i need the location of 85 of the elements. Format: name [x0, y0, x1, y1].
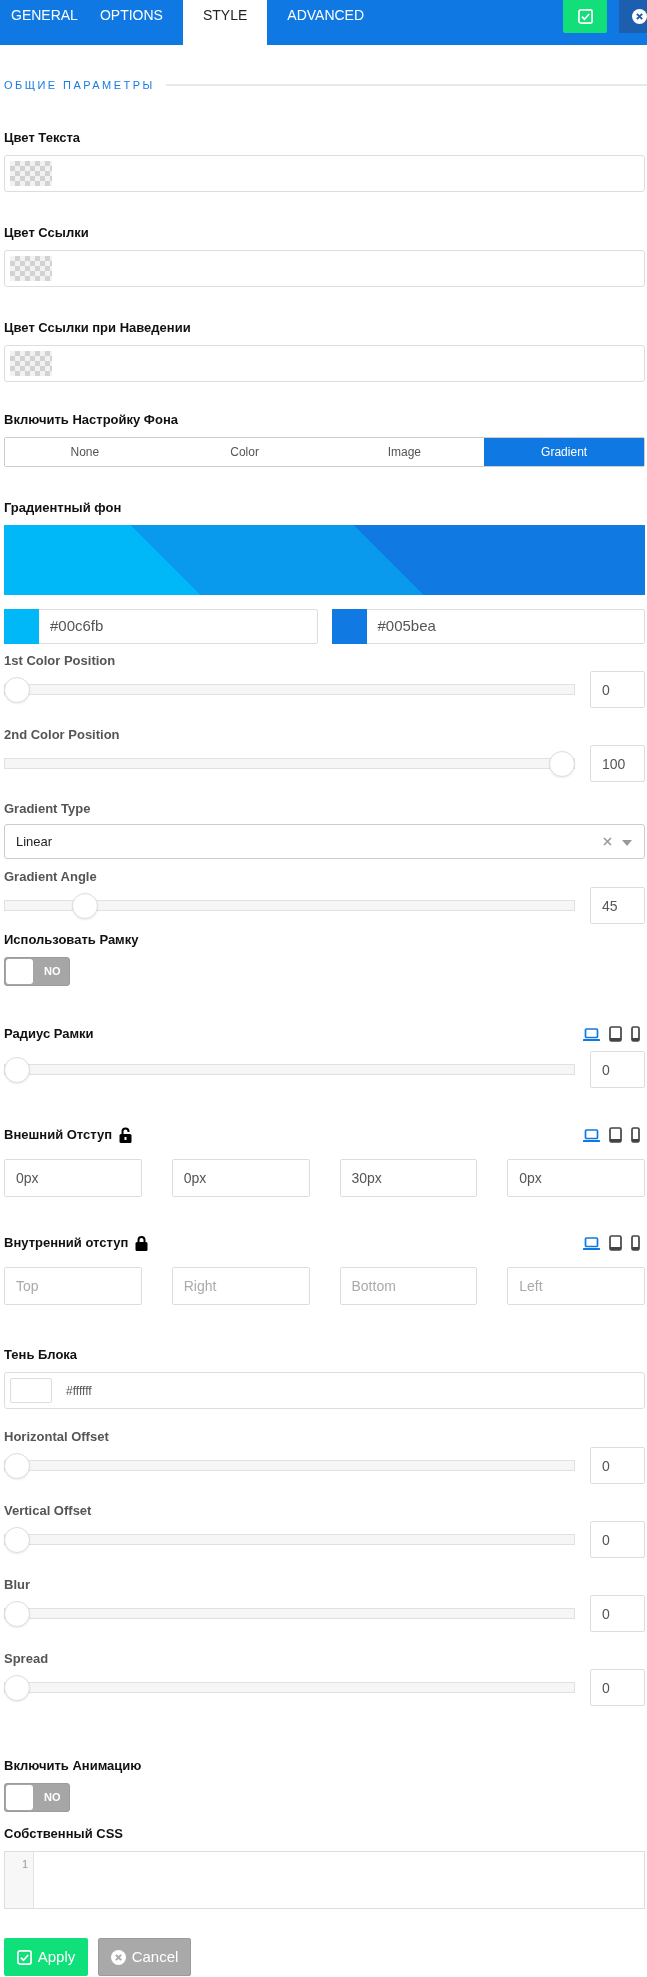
field-label: Vertical Offset [4, 1502, 93, 1520]
checkbox-tick-icon [16, 1949, 32, 1965]
color-swatch-icon[interactable] [10, 1378, 52, 1403]
field-label: Включить Настройку Фона [4, 411, 178, 429]
laptop-icon[interactable] [583, 1027, 600, 1041]
field-label: Horizontal Offset [4, 1428, 110, 1446]
field-label: Цвет Текста [4, 129, 81, 147]
color-field[interactable]: #005bea [331, 609, 645, 644]
field-label: Радиус Рамки [4, 1025, 94, 1043]
field-label: 1st Color Position [4, 652, 117, 670]
line-number: 1 [21, 1857, 28, 1871]
tablet-icon[interactable] [609, 1235, 622, 1251]
toggle-knob [6, 959, 33, 984]
value-field[interactable]: 0 [590, 1595, 645, 1632]
confirm-button[interactable] [563, 0, 607, 33]
color-field[interactable]: #00c6fb [4, 609, 318, 644]
slider-thumb[interactable] [4, 1674, 30, 1701]
tab[interactable]: STYLE [182, 0, 268, 45]
tablet-icon[interactable] [609, 1026, 622, 1042]
input-field[interactable]: Right [171, 1267, 310, 1305]
field-label: Внешний Отступ [4, 1126, 113, 1144]
field-label: Цвет Ссылки [4, 224, 89, 242]
input-field[interactable]: 0px [171, 1159, 310, 1197]
slider-thumb[interactable] [4, 676, 30, 703]
value-field[interactable]: 45 [590, 887, 645, 924]
color-field[interactable]: #ffffff [4, 1372, 645, 1409]
padlock-icon[interactable] [135, 1235, 149, 1251]
slider-thumb[interactable] [4, 1526, 30, 1553]
input-field[interactable]: Bottom [339, 1267, 478, 1305]
color-swatch-icon[interactable] [331, 609, 367, 644]
field-label: Цвет Ссылки при Наведении [4, 319, 191, 337]
tab[interactable]: GENERAL [0, 0, 89, 45]
field-label: Gradient Type [4, 800, 92, 818]
tab[interactable]: ADVANCED [267, 0, 376, 45]
color-field[interactable] [4, 250, 645, 287]
laptop-icon[interactable] [583, 1128, 600, 1142]
slider-thumb[interactable] [4, 1056, 30, 1083]
value-field[interactable]: 100 [590, 745, 645, 782]
input-field[interactable]: 30px [339, 1159, 478, 1197]
phone-icon[interactable] [631, 1127, 640, 1143]
field-label: Spread [4, 1650, 50, 1668]
field-label: Blur [4, 1576, 31, 1594]
input-field[interactable]: Left [507, 1267, 645, 1305]
value-field[interactable]: 0 [590, 671, 645, 708]
value-field[interactable]: 0 [590, 1051, 645, 1088]
color-field[interactable] [4, 155, 645, 192]
input-field[interactable]: Top [4, 1267, 142, 1305]
slider-thumb[interactable] [72, 892, 99, 919]
field-label: Внутренний отступ [4, 1234, 129, 1252]
field-label: Градиентный фон [4, 499, 122, 517]
section-title: ОБЩИЕ ПАРАМЕТРЫ [4, 77, 155, 93]
color-field[interactable] [4, 345, 645, 382]
tab[interactable]: OPTIONS [88, 0, 174, 45]
close-icon [110, 1949, 126, 1965]
transparent-swatch-icon[interactable] [10, 256, 52, 281]
value-field[interactable]: 0 [590, 1521, 645, 1558]
value-field[interactable]: 0 [590, 1447, 645, 1484]
phone-icon[interactable] [631, 1235, 640, 1251]
field-label: Включить Анимацию [4, 1757, 142, 1775]
color-swatch-icon[interactable] [4, 609, 39, 644]
caret-icon[interactable] [622, 840, 632, 846]
field-label: Использовать Рамку [4, 931, 139, 949]
open-padlock-icon[interactable] [119, 1127, 133, 1143]
field-label: 2nd Color Position [4, 726, 121, 744]
close-button[interactable] [619, 0, 647, 33]
input-field[interactable]: 0px [507, 1159, 645, 1197]
transparent-swatch-icon[interactable] [10, 161, 52, 186]
slider-thumb[interactable] [549, 750, 575, 777]
phone-icon[interactable] [631, 1026, 640, 1042]
tablet-icon[interactable] [609, 1127, 622, 1143]
transparent-swatch-icon[interactable] [10, 351, 52, 376]
checkbox-tick-icon [577, 9, 593, 24]
select-field[interactable]: Linear [4, 824, 645, 859]
field-label: Собственный CSS [4, 1825, 123, 1843]
field-label: Gradient Angle [4, 868, 98, 886]
close-icon [632, 9, 647, 24]
input-field[interactable]: 0px [4, 1159, 142, 1197]
field-label: Тень Блока [4, 1346, 78, 1364]
value-field[interactable]: 0 [590, 1669, 645, 1706]
slider-thumb[interactable] [4, 1452, 30, 1479]
laptop-icon[interactable] [583, 1236, 600, 1250]
background-option[interactable]: Gradient [484, 438, 644, 466]
slider-thumb[interactable] [4, 1600, 30, 1627]
clear-icon[interactable] [603, 837, 612, 846]
toggle-knob [6, 1785, 33, 1810]
